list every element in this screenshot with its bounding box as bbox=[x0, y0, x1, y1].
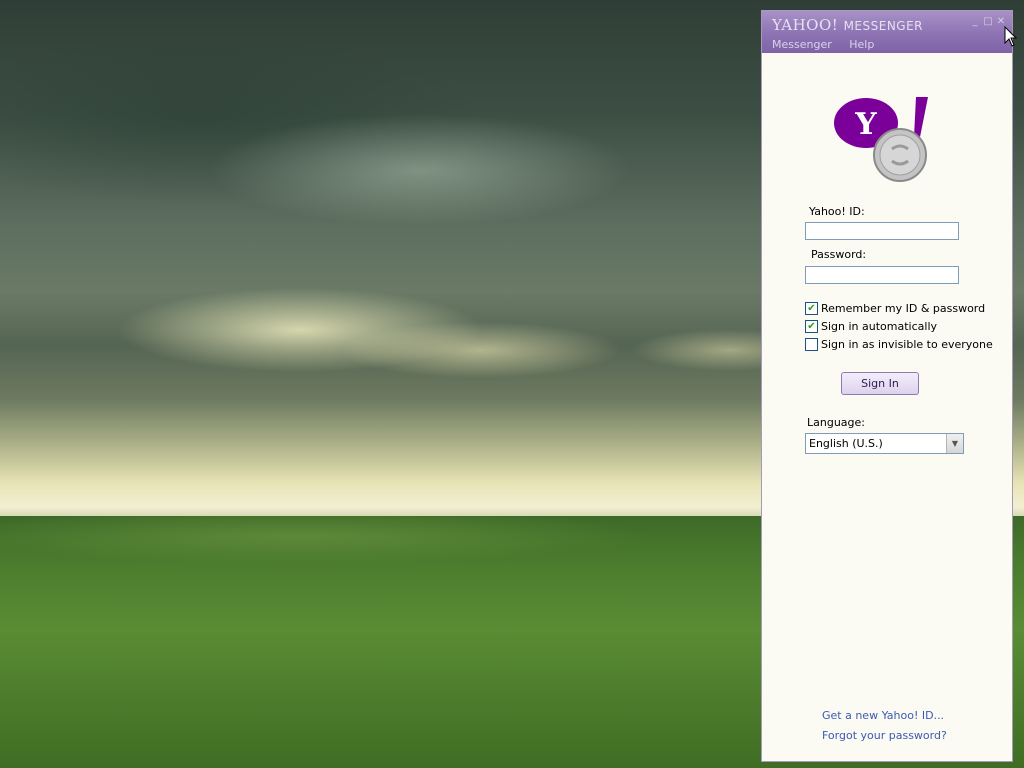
yahoo-id-label: Yahoo! ID: bbox=[809, 205, 865, 218]
minimize-icon[interactable]: _ bbox=[970, 17, 980, 27]
check-icon: ✔ bbox=[807, 303, 816, 314]
chevron-down-icon[interactable]: ▼ bbox=[946, 434, 963, 453]
invisible-label: Sign in as invisible to everyone bbox=[821, 338, 993, 351]
messenger-window: YAHOO! MESSENGER _ □ ✕ Messenger Help Y … bbox=[761, 10, 1013, 762]
remember-checkbox[interactable]: ✔ bbox=[805, 302, 818, 315]
forgot-password-link[interactable]: Forgot your password? bbox=[822, 729, 947, 742]
remember-option[interactable]: ✔ Remember my ID & password bbox=[805, 302, 985, 315]
check-icon: ✔ bbox=[807, 321, 816, 332]
auto-signin-label: Sign in automatically bbox=[821, 320, 938, 333]
invisible-option[interactable]: Sign in as invisible to everyone bbox=[805, 338, 993, 351]
mouse-pointer-icon bbox=[1004, 26, 1018, 47]
auto-signin-checkbox[interactable]: ✔ bbox=[805, 320, 818, 333]
remember-label: Remember my ID & password bbox=[821, 302, 986, 315]
menu-help[interactable]: Help bbox=[849, 38, 874, 51]
password-input[interactable] bbox=[805, 266, 959, 284]
invisible-checkbox[interactable] bbox=[805, 338, 818, 351]
language-value: English (U.S.) bbox=[809, 437, 883, 450]
language-label: Language: bbox=[807, 416, 865, 429]
product-text: MESSENGER bbox=[843, 19, 924, 33]
svg-text:Y: Y bbox=[854, 107, 877, 142]
maximize-icon[interactable]: □ bbox=[983, 17, 993, 27]
brand-text: YAHOO! bbox=[772, 16, 839, 34]
menu-bar: Messenger Help bbox=[772, 38, 888, 51]
yahoo-messenger-logo-icon: Y bbox=[834, 97, 928, 182]
password-label: Password: bbox=[811, 248, 867, 261]
window-title: YAHOO! MESSENGER bbox=[772, 16, 923, 34]
title-bar: YAHOO! MESSENGER _ □ ✕ Messenger Help bbox=[762, 11, 1012, 53]
auto-signin-option[interactable]: ✔ Sign in automatically bbox=[805, 320, 937, 333]
menu-messenger[interactable]: Messenger bbox=[772, 38, 832, 51]
new-id-link[interactable]: Get a new Yahoo! ID... bbox=[822, 709, 944, 722]
language-select[interactable]: English (U.S.) ▼ bbox=[805, 433, 964, 454]
yahoo-id-input[interactable] bbox=[805, 222, 959, 240]
sign-in-button[interactable]: Sign In bbox=[841, 372, 919, 395]
